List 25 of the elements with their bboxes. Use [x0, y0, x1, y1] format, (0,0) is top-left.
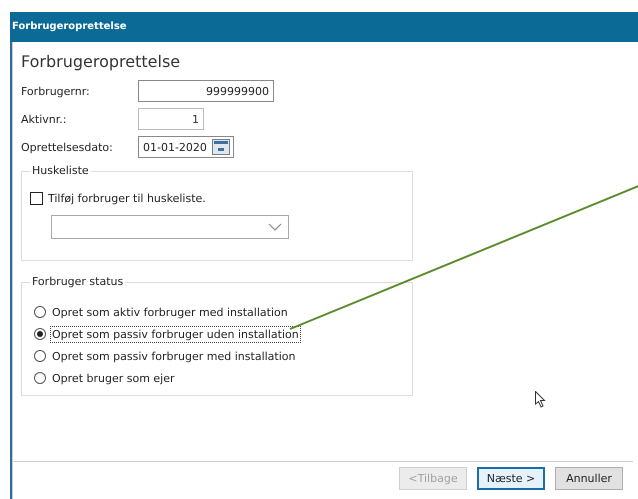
mouse-pointer-icon — [535, 391, 546, 408]
calendar-icon[interactable] — [212, 139, 230, 155]
radio-label: Opret som passiv forbruger med installation — [51, 348, 296, 364]
dropdown-field[interactable] — [51, 215, 289, 239]
group-title: Huskeliste — [30, 164, 91, 177]
dialog-button[interactable]: Annuller — [555, 467, 623, 490]
date-field[interactable]: 01-01-2020 — [138, 136, 234, 158]
checkbox[interactable] — [30, 192, 43, 205]
dialog-button[interactable]: Næste > — [477, 467, 545, 490]
text-field[interactable]: 999999900 — [138, 80, 274, 102]
window-title: Forbrugeroprettelse — [10, 12, 638, 42]
radio-label: Opret bruger som ejer — [51, 370, 176, 386]
field-label: Forbrugernr: — [21, 84, 91, 98]
checkbox-label: Tilføj forbruger til huskeliste. — [48, 192, 206, 205]
radio-button[interactable] — [34, 306, 46, 318]
radio-button[interactable] — [34, 372, 46, 384]
field-label: Oprettelsesdato: — [21, 140, 114, 154]
chevron-down-icon — [268, 223, 282, 231]
radio-label: Opret som passiv forbruger uden installation — [50, 326, 301, 342]
radio-button[interactable] — [34, 350, 46, 362]
group-title: Forbruger status — [30, 275, 126, 288]
radio-button[interactable] — [34, 328, 46, 340]
page-heading: Forbrugeroprettelse — [21, 52, 182, 71]
field-label: Aktivnr.: — [21, 112, 68, 126]
radio-label: Opret som aktiv forbruger med installation — [51, 304, 289, 320]
